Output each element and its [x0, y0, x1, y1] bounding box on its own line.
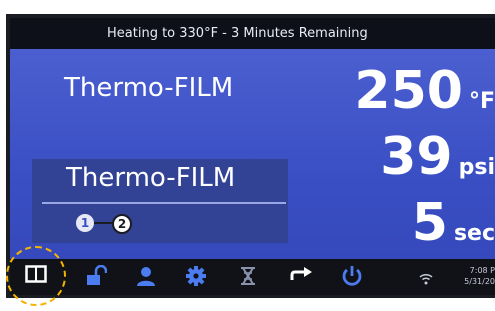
press-screen: Heating to 330°F - 3 Minutes Remaining T…: [0, 0, 495, 311]
temperature-readout[interactable]: 250 °F: [354, 61, 495, 121]
main-panel: Thermo-FILM Thermo-FILM 1 2 250 °F 39 psi …: [10, 49, 495, 259]
no-film-icon[interactable]: [234, 265, 262, 289]
step-1-badge[interactable]: 1: [76, 214, 94, 232]
layout-icon[interactable]: [22, 265, 50, 289]
arrow-right-icon[interactable]: [288, 265, 316, 289]
clock-date: 5/31/20: [464, 277, 495, 286]
step-2-badge[interactable]: 2: [112, 214, 132, 234]
program-divider: [42, 202, 286, 204]
pressure-readout[interactable]: 39 psi: [380, 127, 495, 187]
time-readout[interactable]: 5 sec: [412, 193, 495, 253]
step-connector: [94, 222, 114, 224]
clock: 7:08 P 5/31/20: [464, 265, 495, 287]
program-selector[interactable]: Thermo-FILM 1 2: [32, 159, 288, 243]
status-bar: Heating to 330°F - 3 Minutes Remaining: [10, 18, 495, 49]
user-icon[interactable]: [132, 265, 160, 289]
time-unit: sec: [453, 221, 495, 246]
step-indicator: 1 2: [76, 214, 176, 234]
temperature-value: 250: [354, 61, 463, 121]
gear-icon[interactable]: [182, 265, 210, 289]
program-film-label: Thermo-FILM: [66, 163, 236, 193]
current-film-label[interactable]: Thermo-FILM: [64, 73, 233, 103]
unlock-icon[interactable]: [82, 265, 110, 289]
clock-time: 7:08 P: [469, 266, 495, 275]
status-message: Heating to 330°F - 3 Minutes Remaining: [107, 26, 368, 41]
temperature-unit: °F: [468, 89, 495, 114]
wifi-icon: [419, 270, 433, 289]
pressure-unit: psi: [458, 155, 495, 180]
pressure-value: 39: [380, 127, 453, 187]
bottom-toolbar: 7:08 P 5/31/20: [10, 259, 495, 295]
power-icon[interactable]: [338, 265, 366, 289]
time-value: 5: [411, 193, 448, 253]
